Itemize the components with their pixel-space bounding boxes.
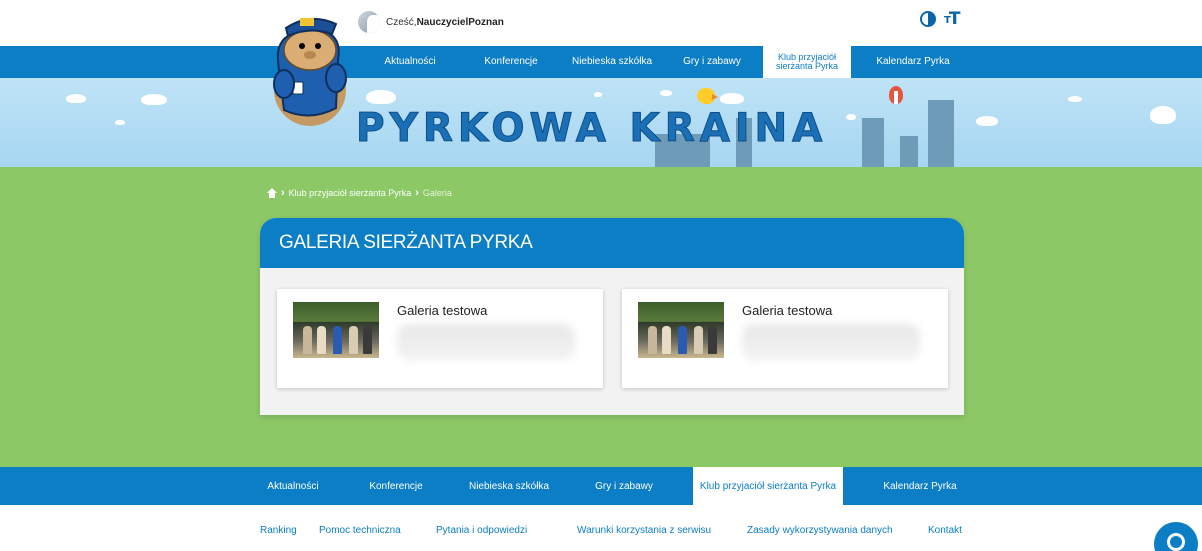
gallery-card-description	[397, 324, 575, 360]
panel-header: GALERIA SIERŻANTA PYRKA	[260, 218, 964, 268]
top-bar: Cześć, NauczycielPoznan TT	[0, 0, 1202, 46]
gallery-card-title[interactable]: Galeria testowa	[742, 303, 832, 318]
hero-banner: PYRKOWA KRAINA	[0, 78, 1202, 167]
photo-figure	[662, 326, 671, 354]
mascot-sergeant-pyrek[interactable]	[266, 10, 348, 128]
balloon-icon	[889, 86, 903, 104]
user-greeting[interactable]: Cześć, NauczycielPoznan	[358, 11, 504, 33]
nav-item-konferencje[interactable]: Konferencje	[472, 46, 550, 78]
cloud	[660, 90, 672, 96]
breadcrumb-link[interactable]: Klub przyjaciół sierżanta Pyrka	[289, 188, 412, 198]
photo-figure	[303, 326, 312, 354]
footer-link-pytania[interactable]: Pytania i odpowiedzi	[436, 525, 527, 536]
breadcrumb: › Klub przyjaciół sierżanta Pyrka › Gale…	[267, 187, 452, 199]
photo-figure	[317, 326, 326, 354]
cloud	[594, 92, 602, 97]
main-content: › Klub przyjaciół sierżanta Pyrka › Gale…	[0, 167, 1202, 467]
gallery-panel: GALERIA SIERŻANTA PYRKA Galeria testowa …	[260, 218, 964, 415]
footer-nav-aktualnosci[interactable]: Aktualności	[260, 467, 326, 505]
photo-figure	[648, 326, 657, 354]
nav-item-niebieska-szkolka[interactable]: Niebieska szkółka	[564, 46, 660, 78]
footer-nav-gry-i-zabawy[interactable]: Gry i zabawy	[588, 467, 660, 505]
font-size-icon[interactable]: TT	[944, 9, 961, 29]
cloud	[115, 120, 125, 125]
cloud	[976, 116, 998, 126]
city-silhouette	[900, 136, 918, 167]
nav-item-aktualnosci[interactable]: Aktualności	[370, 46, 450, 78]
footer-link-kontakt[interactable]: Kontakt	[928, 525, 962, 536]
footer-link-warunki[interactable]: Warunki korzystania z serwisu	[577, 525, 711, 536]
cloud	[1068, 96, 1082, 102]
contrast-icon[interactable]	[920, 11, 936, 27]
photo-figure	[363, 326, 372, 354]
cloud	[366, 90, 396, 104]
greeting-text: Cześć,	[386, 16, 417, 28]
gallery-card[interactable]: Galeria testowa	[277, 289, 603, 388]
chevron-right-icon: ›	[415, 187, 419, 199]
cloud	[66, 94, 86, 103]
gallery-card[interactable]: Galeria testowa	[622, 289, 948, 388]
cloud	[846, 114, 856, 120]
home-icon[interactable]	[267, 188, 277, 198]
city-silhouette	[862, 118, 884, 167]
photo-figure	[694, 326, 703, 354]
gallery-thumbnail[interactable]	[638, 302, 724, 358]
footer-nav-niebieska-szkolka[interactable]: Niebieska szkółka	[462, 467, 556, 505]
cloud	[141, 94, 167, 105]
page-title: GALERIA SIERŻANTA PYRKA	[279, 232, 533, 253]
footer-link-zasady[interactable]: Zasady wykorzystywania danych	[747, 525, 893, 536]
cloud	[1150, 106, 1176, 124]
bird-icon	[697, 88, 718, 104]
footer-nav: Aktualności Konferencje Niebieska szkółk…	[0, 467, 1202, 505]
banner-title: PYRKOWA KRAINA	[355, 106, 828, 152]
gallery-card-description	[742, 324, 920, 360]
photo-figure	[333, 326, 342, 354]
photo-figure	[349, 326, 358, 354]
footer-link-ranking[interactable]: Ranking	[260, 525, 297, 536]
footer-links: Ranking Pomoc techniczna Pytania i odpow…	[0, 505, 1202, 551]
cloud	[720, 93, 744, 104]
chevron-right-icon: ›	[281, 187, 285, 199]
nav-item-klub-przyjaciol[interactable]: Klub przyjaciół sierżanta Pyrka	[763, 46, 851, 78]
city-silhouette	[928, 100, 954, 167]
main-nav: Aktualności Konferencje Niebieska szkółk…	[0, 46, 1202, 78]
avatar[interactable]	[358, 11, 380, 33]
footer-nav-konferencje[interactable]: Konferencje	[358, 467, 434, 505]
photo-figure	[708, 326, 717, 354]
breadcrumb-current: Galeria	[422, 188, 452, 198]
user-name[interactable]: NauczycielPoznan	[417, 17, 504, 28]
photo-figure	[678, 326, 687, 354]
accessibility-tools: TT	[920, 9, 961, 29]
footer-nav-kalendarz-pyrka[interactable]: Kalendarz Pyrka	[875, 467, 965, 505]
gallery-thumbnail[interactable]	[293, 302, 379, 358]
nav-item-kalendarz-pyrka[interactable]: Kalendarz Pyrka	[866, 46, 960, 78]
footer-nav-klub-przyjaciol[interactable]: Klub przyjaciół sierżanta Pyrka	[693, 467, 843, 505]
gallery-card-title[interactable]: Galeria testowa	[397, 303, 487, 318]
footer-link-pomoc[interactable]: Pomoc techniczna	[319, 525, 401, 536]
nav-item-gry-i-zabawy[interactable]: Gry i zabawy	[674, 46, 750, 78]
